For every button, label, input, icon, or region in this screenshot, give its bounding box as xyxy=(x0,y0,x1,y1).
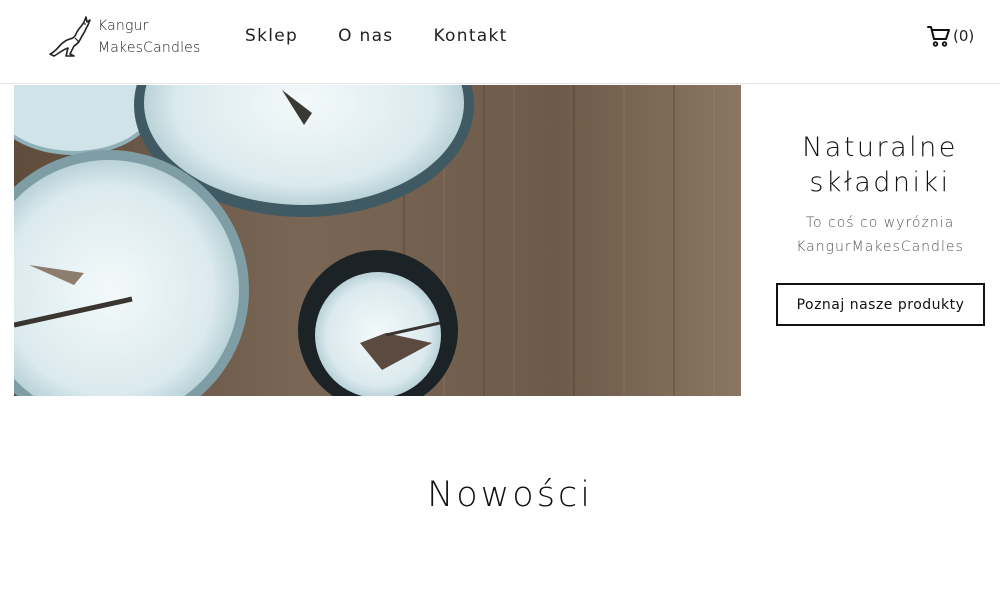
hero-title-line1: Naturalne xyxy=(802,132,958,163)
cart-button[interactable]: (0) xyxy=(927,24,974,48)
shopping-cart-icon xyxy=(927,26,950,47)
hero-title-line2: składniki xyxy=(809,167,951,198)
nav-item-sklep[interactable]: Sklep xyxy=(245,24,298,48)
brand-name: Kangur MakesCandles xyxy=(98,15,201,59)
section-title-new: Nowości xyxy=(427,475,593,515)
nav-item-o-nas[interactable]: O nas xyxy=(338,24,393,48)
brand-name-line1: Kangur xyxy=(98,18,149,34)
main-nav: Sklep O nas Kontakt xyxy=(245,24,548,48)
products-button[interactable]: Poznaj nasze produkty xyxy=(776,283,985,326)
hero-subtitle-line1: To coś co wyróżnia xyxy=(805,215,955,231)
hero-image xyxy=(14,85,741,396)
kangaroo-icon xyxy=(49,16,91,57)
cart-count: (0) xyxy=(953,27,975,45)
nav-item-kontakt[interactable]: Kontakt xyxy=(433,24,507,48)
hero-subtitle-line2: KangurMakesCandles xyxy=(796,239,964,255)
hero-title: Naturalne składniki xyxy=(760,130,1000,200)
site-header: Kangur MakesCandles Sklep O nas Kontakt … xyxy=(0,0,1000,84)
brand-logo[interactable]: Kangur MakesCandles xyxy=(44,14,201,60)
hero-text-panel: Naturalne składniki To coś co wyróżnia K… xyxy=(760,130,1000,326)
hero-subtitle: To coś co wyróżnia KangurMakesCandles xyxy=(760,211,1000,259)
brand-name-line2: MakesCandles xyxy=(98,40,201,56)
